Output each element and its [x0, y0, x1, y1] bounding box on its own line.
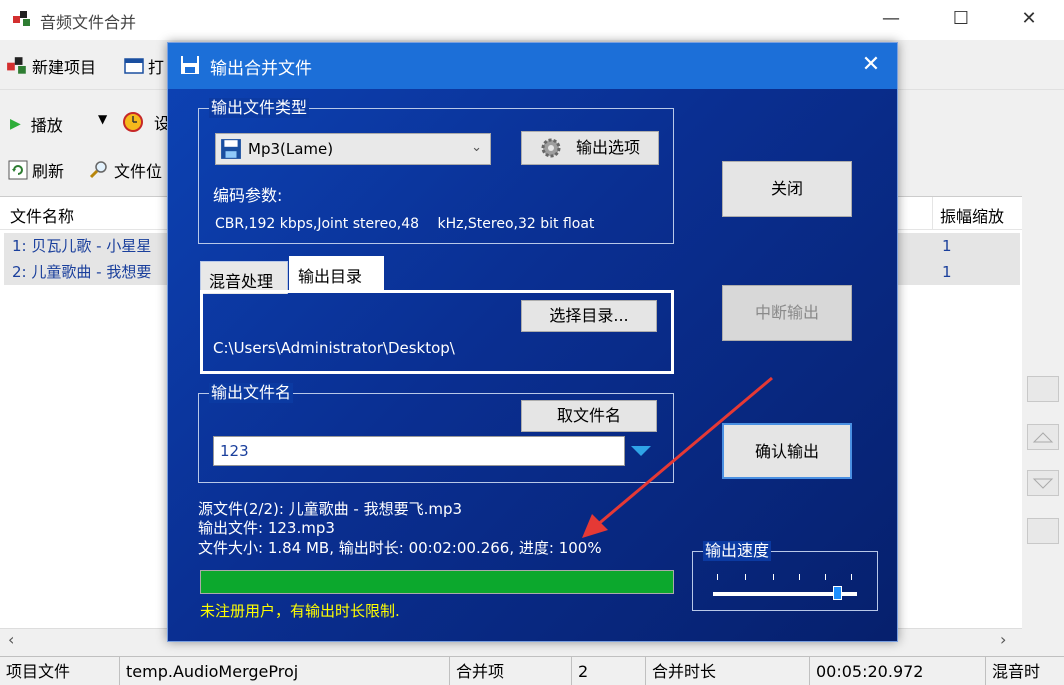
source-file-text: 源文件(2/2): 儿童歌曲 - 我想要飞.mp3: [198, 500, 463, 518]
app-logo-icon: [13, 11, 30, 26]
format-select[interactable]: Mp3(Lame) ⌄: [215, 133, 491, 165]
column-filename[interactable]: 文件名称: [10, 203, 74, 227]
app-title: 音频文件合并: [40, 13, 137, 32]
refresh-icon: [8, 160, 28, 180]
output-options-button[interactable]: 输出选项: [521, 131, 659, 165]
progress-fill: [201, 571, 673, 593]
play-icon: ▶: [10, 116, 21, 132]
output-merge-dialog: 输出合并文件 ✕ 输出文件类型 Mp3(Lame) ⌄ 输出选项 编码参数: C…: [167, 42, 898, 642]
speed-tick: [799, 574, 800, 580]
column-amplitude[interactable]: 振幅缩放: [940, 203, 1004, 227]
move-up-button[interactable]: [1027, 424, 1059, 450]
list-item-amp: 1: [942, 263, 952, 281]
file-location-button[interactable]: 文件位: [88, 158, 162, 182]
speed-tick: [773, 574, 774, 580]
play-dropdown[interactable]: ▼: [98, 112, 107, 126]
format-selected-value: Mp3(Lame): [248, 140, 334, 158]
file-info-text: 文件大小: 1.84 MB, 输出时长: 00:02:00.266, 进度: 1…: [198, 539, 602, 557]
main-titlebar: 音频文件合并 — ☐ ✕: [0, 0, 1064, 40]
unregistered-warning: 未注册用户，有输出时长限制.: [200, 602, 400, 620]
play-label: 播放: [30, 116, 63, 135]
output-type-group-label: 输出文件类型: [209, 98, 310, 118]
confirm-output-button[interactable]: 确认输出: [722, 423, 852, 479]
output-progress-bar: [200, 570, 674, 594]
list-item-name: 1: 贝瓦儿歌 - 小星星: [12, 237, 152, 255]
new-project-label: 新建项目: [32, 58, 97, 77]
status-project-label: 项目文件: [0, 657, 120, 685]
output-options-label: 输出选项: [575, 138, 640, 157]
abort-output-button[interactable]: 中断输出: [722, 285, 852, 341]
refresh-button[interactable]: 刷新: [8, 158, 64, 182]
output-filename-group-label: 输出文件名: [209, 383, 294, 403]
file-location-label: 文件位: [114, 162, 163, 181]
output-speed-group-label: 输出速度: [703, 541, 772, 561]
output-type-group: 输出文件类型 Mp3(Lame) ⌄ 输出选项 编码参数: CBR,192 kb…: [198, 98, 674, 244]
settings-button[interactable]: 设: [122, 110, 170, 134]
dialog-close-icon[interactable]: ✕: [845, 43, 897, 89]
output-speed-group: 输出速度: [692, 541, 878, 611]
gear-icon: [541, 138, 561, 158]
scroll-right-icon[interactable]: ›: [1000, 630, 1006, 649]
close-button[interactable]: ✕: [994, 0, 1064, 40]
dropdown-arrow-icon: ▼: [98, 112, 108, 126]
speed-slider-thumb[interactable]: [833, 586, 842, 600]
status-bar: 项目文件 temp.AudioMergeProj 合并项 2 合并时长 00:0…: [0, 656, 1064, 685]
filename-dropdown-icon[interactable]: [629, 444, 653, 458]
new-project-button[interactable]: 新建项目: [6, 54, 96, 78]
status-mix-label: 混音时: [992, 662, 1041, 681]
open-icon: [124, 58, 144, 74]
list-item-name: 2: 儿童歌曲 - 我想要: [12, 263, 152, 281]
speed-tick: [825, 574, 826, 580]
encoding-value: CBR,192 kbps,Joint stereo,48 kHz,Stereo,…: [215, 216, 595, 232]
floppy-disk-icon: [181, 56, 199, 74]
dialog-titlebar: 输出合并文件 ✕: [168, 43, 897, 89]
speed-tick: [851, 574, 852, 580]
maximize-button[interactable]: ☐: [926, 0, 996, 40]
floppy-disk-icon: [221, 139, 241, 159]
magnifier-icon: [89, 161, 107, 179]
play-button[interactable]: ▶ 播放: [10, 112, 63, 136]
scroll-left-icon[interactable]: ‹: [8, 630, 14, 649]
close-dialog-button[interactable]: 关闭: [722, 161, 852, 217]
move-down-button[interactable]: [1027, 470, 1059, 496]
down-triangle-icon: [1032, 478, 1054, 489]
status-items-value: 2: [572, 657, 646, 685]
output-dir-path: C:\Users\Administrator\Desktop\: [213, 339, 455, 357]
status-duration-label: 合并时长: [646, 657, 810, 685]
clock-icon: [123, 112, 143, 132]
open-label: 打: [148, 58, 165, 77]
list-order-panel: [1022, 196, 1064, 628]
new-project-icon: [7, 57, 26, 74]
get-filename-button[interactable]: 取文件名: [521, 400, 657, 432]
refresh-label: 刷新: [32, 162, 65, 181]
speed-tick: [745, 574, 746, 580]
output-file-text: 输出文件: 123.mp3: [198, 519, 335, 537]
chevron-down-icon: ⌄: [471, 140, 482, 155]
minimize-button[interactable]: —: [856, 0, 926, 40]
status-duration-value: 00:05:20.972: [810, 657, 986, 685]
move-top-button[interactable]: [1027, 376, 1059, 402]
up-triangle-icon: [1032, 432, 1054, 443]
filename-input[interactable]: [213, 436, 625, 466]
move-bottom-button[interactable]: [1027, 518, 1059, 544]
encoding-label: 编码参数:: [213, 186, 283, 205]
tab-output-dir[interactable]: 输出目录: [289, 256, 384, 292]
list-item-amp: 1: [942, 237, 952, 255]
speed-tick: [717, 574, 718, 580]
output-dir-tab-panel: 选择目录... C:\Users\Administrator\Desktop\: [200, 290, 674, 374]
choose-dir-button[interactable]: 选择目录...: [521, 300, 657, 332]
dialog-title: 输出合并文件: [210, 59, 312, 79]
output-filename-group: 输出文件名 取文件名: [198, 383, 674, 483]
open-button[interactable]: 打: [124, 54, 164, 78]
status-items-label: 合并项: [450, 657, 572, 685]
status-project-value: temp.AudioMergeProj: [120, 657, 450, 685]
